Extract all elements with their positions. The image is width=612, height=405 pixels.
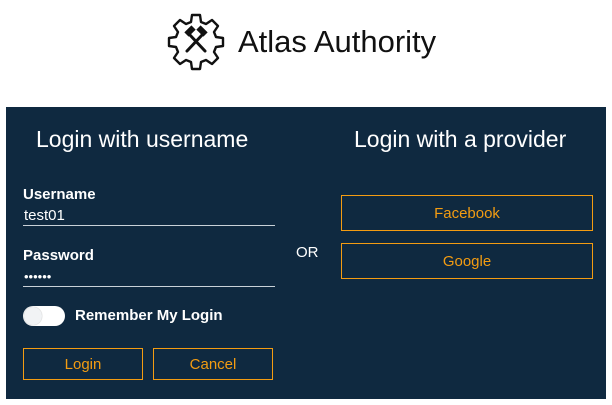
username-label: Username bbox=[23, 186, 96, 203]
cancel-button[interactable]: Cancel bbox=[153, 348, 273, 380]
password-input[interactable]: •••••• bbox=[23, 267, 275, 287]
login-panel: Login with username Username Password ••… bbox=[6, 107, 606, 399]
username-login-title: Login with username bbox=[36, 126, 249, 152]
gear-hammers-icon bbox=[167, 13, 225, 71]
or-divider-label: OR bbox=[296, 244, 319, 261]
facebook-login-button[interactable]: Facebook bbox=[341, 195, 593, 231]
remember-login-label: Remember My Login bbox=[75, 307, 223, 324]
app-title: Atlas Authority bbox=[238, 24, 437, 59]
login-button[interactable]: Login bbox=[23, 348, 143, 380]
app-header: Atlas Authority bbox=[0, 0, 612, 100]
toggle-knob bbox=[24, 307, 42, 325]
google-login-button[interactable]: Google bbox=[341, 243, 593, 279]
provider-login-title: Login with a provider bbox=[354, 126, 567, 152]
username-input[interactable] bbox=[23, 206, 275, 226]
password-label: Password bbox=[23, 247, 94, 264]
remember-login-toggle[interactable] bbox=[23, 306, 65, 326]
